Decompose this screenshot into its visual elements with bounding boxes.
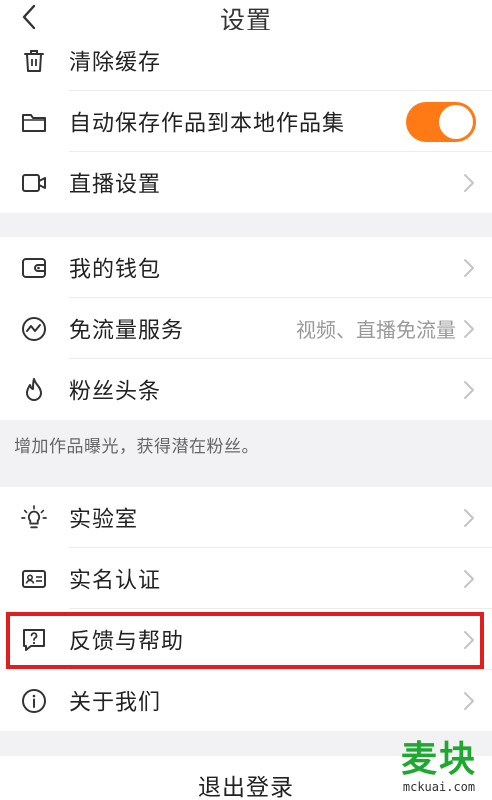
fan-headlines-hint: 增加作品曝光，获得潜在粉丝。 [14,437,259,457]
watermark-text: 麦块 [400,739,477,780]
chevron-right-icon [464,508,474,527]
row-auto-save: 自动保存作品到本地作品集 [0,91,492,152]
row-label: 免流量服务 [69,317,185,343]
video-camera-icon [21,170,47,196]
row-label: 直播设置 [69,171,162,197]
row-label: 清除缓存 [69,49,162,75]
auto-save-toggle[interactable] [406,101,476,142]
settings-group-services: 我的钱包 免流量服务 视频、直播免流量 粉丝头条 [0,237,492,420]
row-real-name-verification[interactable]: 实名认证 [0,548,492,609]
trash-icon [21,48,47,74]
row-label: 实验室 [69,506,139,532]
watermark-logo: 麦块 mckuai.com [392,740,486,796]
row-value: 视频、直播免流量 [296,317,456,342]
row-label: 自动保存作品到本地作品集 [69,110,346,136]
row-fan-headlines[interactable]: 粉丝头条 [0,359,492,420]
help-icon [21,627,47,653]
row-label: 粉丝头条 [69,378,162,404]
settings-group-other: 实验室 实名认证 反馈与帮助 关于我们 [0,487,492,731]
watermark-sub: mckuai.com [402,780,476,794]
flame-icon [21,377,47,403]
row-wallet[interactable]: 我的钱包 [0,237,492,298]
row-free-data[interactable]: 免流量服务 视频、直播免流量 [0,298,492,359]
chevron-right-icon [464,258,474,277]
row-label: 反馈与帮助 [69,628,185,654]
chevron-right-icon [464,319,474,338]
wallet-icon [21,255,47,281]
info-icon [21,688,47,714]
row-live-settings[interactable]: 直播设置 [0,152,492,213]
chevron-right-icon [464,380,474,399]
row-label: 实名认证 [69,567,162,593]
toggle-knob [439,104,473,139]
lightbulb-icon [21,504,47,531]
chevron-right-icon [464,173,474,192]
chevron-right-icon [464,569,474,588]
folder-icon [21,109,47,135]
row-label: 关于我们 [69,689,162,715]
settings-group-general: 清除缓存 自动保存作品到本地作品集 直播设置 [0,30,492,213]
data-wave-icon [21,316,47,342]
id-card-icon [21,566,47,592]
chevron-right-icon [464,691,474,710]
row-lab[interactable]: 实验室 [0,487,492,548]
row-label: 我的钱包 [69,256,162,282]
row-clear-cache[interactable]: 清除缓存 [0,30,492,91]
row-about-us[interactable]: 关于我们 [0,670,492,731]
row-feedback-help[interactable]: 反馈与帮助 [0,609,492,670]
chevron-right-icon [464,630,474,649]
